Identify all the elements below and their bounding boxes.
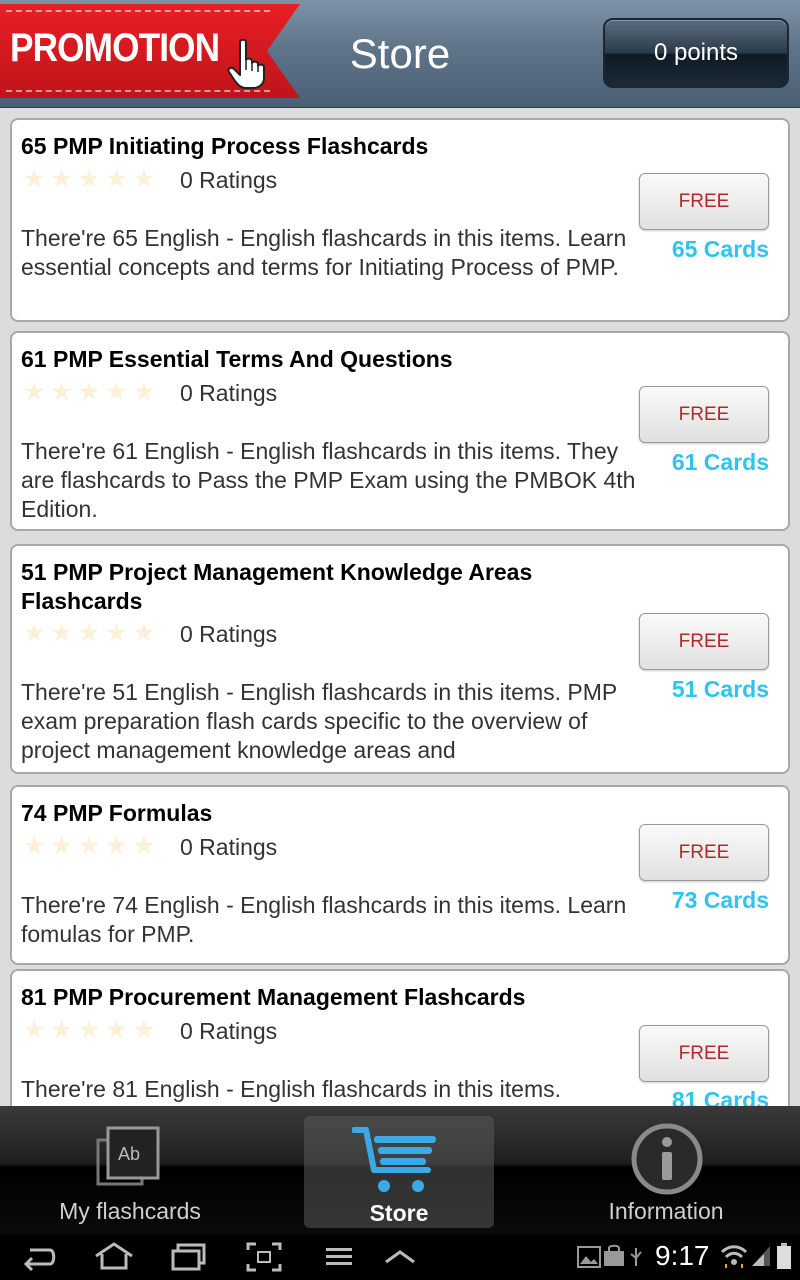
tab-store[interactable]: Store bbox=[304, 1116, 494, 1228]
ratings-count: 0 Ratings bbox=[180, 380, 278, 406]
item-title: 81 PMP Procurement Management Flashcards bbox=[21, 984, 526, 1010]
star-icon: ★ bbox=[132, 1015, 156, 1044]
flashcards-icon: Ab bbox=[96, 1126, 160, 1186]
store-item[interactable]: 74 PMP Formulas ★ ★ ★ ★ ★ 0 Ratings Ther… bbox=[10, 785, 790, 965]
star-icon: ★ bbox=[105, 164, 128, 193]
star-icon: ★ bbox=[105, 831, 128, 860]
free-button[interactable]: FREE bbox=[639, 386, 769, 443]
menu-icon[interactable] bbox=[324, 1242, 354, 1272]
status-clock: 9:17 bbox=[655, 1240, 710, 1271]
rating-stars: ★ ★ ★ ★ ★ bbox=[23, 379, 155, 405]
tab-my-flashcards[interactable]: Ab My flashcards bbox=[20, 1106, 240, 1234]
rating-stars: ★ ★ ★ ★ ★ bbox=[23, 166, 155, 192]
gallery-notification-icon bbox=[577, 1246, 601, 1268]
star-icon: ★ bbox=[105, 377, 128, 406]
rating-stars: ★ ★ ★ ★ ★ bbox=[23, 620, 155, 646]
tab-label: My flashcards bbox=[59, 1198, 201, 1224]
item-title: 61 PMP Essential Terms And Questions bbox=[21, 346, 453, 372]
battery-icon bbox=[777, 1243, 791, 1269]
star-icon: ★ bbox=[77, 831, 101, 860]
usb-icon bbox=[630, 1248, 642, 1266]
cards-count: 73 Cards bbox=[671, 887, 769, 913]
star-icon: ★ bbox=[23, 377, 46, 406]
ratings-count: 0 Ratings bbox=[180, 167, 278, 193]
item-description: There're 61 English - English flashcards… bbox=[21, 438, 636, 522]
item-title: 74 PMP Formulas bbox=[21, 800, 213, 826]
screenshot-icon[interactable] bbox=[246, 1242, 282, 1272]
star-icon: ★ bbox=[50, 1015, 73, 1044]
store-item[interactable]: 65 PMP Initiating Process Flashcards ★ ★… bbox=[10, 118, 790, 322]
store-item[interactable]: 61 PMP Essential Terms And Questions ★ ★… bbox=[10, 331, 790, 531]
svg-text:Ab: Ab bbox=[118, 1144, 140, 1164]
tab-label: Information bbox=[608, 1198, 724, 1224]
star-icon: ★ bbox=[132, 377, 156, 406]
star-icon: ★ bbox=[77, 377, 101, 406]
store-item-list[interactable]: 65 PMP Initiating Process Flashcards ★ ★… bbox=[0, 108, 800, 1106]
star-icon: ★ bbox=[77, 164, 101, 193]
cart-icon bbox=[352, 1127, 436, 1192]
wifi-icon bbox=[720, 1245, 748, 1268]
star-icon: ★ bbox=[132, 164, 156, 193]
signal-icon bbox=[752, 1246, 770, 1266]
star-icon: ★ bbox=[50, 164, 73, 193]
rating-stars: ★ ★ ★ ★ ★ bbox=[23, 833, 155, 859]
ratings-count: 0 Ratings bbox=[180, 834, 278, 860]
item-description: There're 51 English - English flashcards… bbox=[21, 679, 617, 763]
bottom-tab-bar: Ab My flashcards Store Information bbox=[0, 1106, 800, 1234]
item-title: 51 PMP Project Management Knowledge Area… bbox=[21, 559, 533, 614]
recent-apps-icon[interactable] bbox=[170, 1242, 208, 1272]
star-icon: ★ bbox=[50, 377, 73, 406]
info-icon bbox=[631, 1123, 703, 1195]
item-description: There're 65 English - English flashcards… bbox=[21, 225, 627, 280]
star-icon: ★ bbox=[105, 618, 128, 647]
item-description: There're 74 English - English flashcards… bbox=[21, 892, 627, 947]
app-header: PROMOTION Store 0 points bbox=[0, 0, 800, 108]
back-icon[interactable] bbox=[22, 1242, 58, 1272]
star-icon: ★ bbox=[50, 831, 73, 860]
system-navigation-bar: 9:17 bbox=[0, 1234, 800, 1280]
store-item[interactable]: 81 PMP Procurement Management Flashcards… bbox=[10, 969, 790, 1106]
free-button[interactable]: FREE bbox=[639, 613, 769, 670]
star-icon: ★ bbox=[50, 618, 73, 647]
ratings-count: 0 Ratings bbox=[180, 621, 278, 647]
cards-count: 51 Cards bbox=[671, 676, 769, 702]
star-icon: ★ bbox=[132, 831, 156, 860]
star-icon: ★ bbox=[105, 1015, 128, 1044]
item-description: There're 81 English - English flashcards… bbox=[21, 1076, 562, 1102]
star-icon: ★ bbox=[77, 618, 101, 647]
free-button[interactable]: FREE bbox=[639, 173, 769, 230]
promotion-label: PROMOTION bbox=[10, 26, 220, 70]
cards-count: 61 Cards bbox=[671, 449, 769, 475]
star-icon: ★ bbox=[23, 164, 46, 193]
home-icon[interactable] bbox=[92, 1242, 136, 1272]
star-icon: ★ bbox=[132, 618, 156, 647]
star-icon: ★ bbox=[23, 831, 46, 860]
tab-label: Store bbox=[369, 1200, 429, 1226]
free-button[interactable]: FREE bbox=[639, 824, 769, 881]
item-title: 65 PMP Initiating Process Flashcards bbox=[21, 133, 429, 159]
cards-count: 65 Cards bbox=[671, 236, 769, 262]
ratings-count: 0 Ratings bbox=[180, 1018, 278, 1044]
points-button[interactable]: 0 points bbox=[603, 18, 789, 88]
rating-stars: ★ ★ ★ ★ ★ bbox=[23, 1017, 155, 1043]
free-button[interactable]: FREE bbox=[639, 1025, 769, 1082]
cards-count: 81 Cards bbox=[671, 1087, 769, 1106]
tab-information[interactable]: Information bbox=[556, 1106, 776, 1234]
store-notification-icon bbox=[604, 1244, 624, 1266]
star-icon: ★ bbox=[23, 618, 46, 647]
chevron-up-icon[interactable] bbox=[384, 1242, 416, 1272]
star-icon: ★ bbox=[77, 1015, 101, 1044]
store-item[interactable]: 51 PMP Project Management Knowledge Area… bbox=[10, 544, 790, 774]
pointing-hand-icon bbox=[227, 38, 265, 89]
star-icon: ★ bbox=[23, 1015, 46, 1044]
page-title: Store bbox=[349, 30, 451, 77]
